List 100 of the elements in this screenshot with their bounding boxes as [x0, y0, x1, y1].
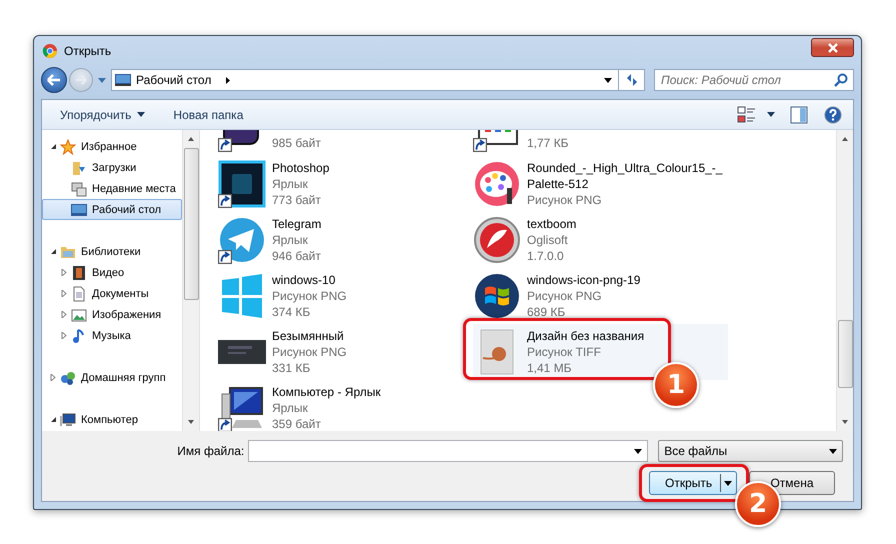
help-icon[interactable]: [823, 106, 843, 124]
tree-item[interactable]: Недавние места: [42, 178, 182, 199]
address-bar[interactable]: Рабочий стол: [111, 69, 619, 91]
file-detail: 773 байт: [272, 192, 322, 208]
toolbar-button[interactable]: Новая папка: [167, 104, 250, 124]
file-name: Компьютер - Ярлык: [272, 384, 381, 400]
file-name: windows-10: [272, 272, 336, 288]
file-detail: Ярлык: [272, 400, 309, 416]
quill-icon: [473, 216, 521, 264]
view-caret-icon[interactable]: [767, 112, 775, 117]
file-item[interactable]: Компьютер - Ярлык Ярлык 359 байт: [218, 380, 473, 431]
file-type-dropdown[interactable]: Все файлы: [658, 440, 843, 462]
file-detail: Oglisoft: [527, 232, 569, 248]
dropdown-caret-icon[interactable]: [604, 78, 612, 82]
desktop-icon: [71, 202, 87, 218]
back-button[interactable]: [41, 67, 67, 93]
file-item[interactable]: 1,77 КБ: [473, 130, 728, 156]
address-text: Рабочий стол: [136, 73, 212, 87]
tree-item[interactable]: Документы: [42, 283, 182, 304]
tree-item[interactable]: Рабочий стол: [42, 199, 182, 220]
file-item[interactable]: Telegram Ярлык 946 байт: [218, 212, 473, 268]
search-icon: [834, 73, 848, 87]
file-detail: 374 КБ: [272, 304, 312, 320]
shortcut-arrow-icon: [218, 250, 232, 264]
file-detail: 359 байт: [272, 416, 322, 431]
music-note-icon: [71, 328, 87, 344]
refresh-button[interactable]: [619, 69, 645, 91]
file-detail: 1,77 КБ: [527, 135, 569, 151]
file-name: Photoshop: [272, 160, 330, 176]
caret-icon: [137, 112, 146, 117]
file-detail: Рисунок PNG: [272, 288, 347, 304]
tree-item[interactable]: Компьютер: [42, 409, 182, 430]
preview-pane-icon[interactable]: [789, 106, 809, 124]
tree-item[interactable]: Загрузки: [42, 157, 182, 178]
file-detail: 946 байт: [272, 248, 322, 264]
file-name: Palette-512: [527, 176, 590, 192]
dropdown-caret-icon[interactable]: [634, 449, 642, 454]
history-caret-icon[interactable]: [98, 78, 106, 82]
file-name: Дизайн без названия: [527, 328, 644, 344]
recent-places-icon: [71, 180, 87, 196]
shortcut-arrow-icon: [218, 194, 232, 208]
scrollbar[interactable]: [182, 130, 199, 431]
refresh-icon: [624, 73, 638, 87]
callout-badge: 1: [653, 362, 699, 408]
search-field[interactable]: Поиск: Рабочий стол: [654, 69, 854, 91]
tree-item[interactable]: Изображения: [42, 304, 182, 325]
file-item[interactable]: Rounded_-_High_Ultra_Colour15_-_ Palette-512 Рисунок PNG: [473, 156, 728, 212]
shortcut-arrow-icon: [473, 138, 487, 152]
filename-field[interactable]: [248, 440, 648, 462]
tree-item[interactable]: Избранное: [42, 136, 182, 157]
file-item[interactable]: textboom Oglisoft 1.7.0.0: [473, 212, 728, 268]
window-logo-icon: [473, 272, 521, 320]
file-item[interactable]: windows-icon-png-19 Рисунок PNG 689 КБ: [473, 268, 728, 324]
file-item[interactable]: 985 байт: [218, 130, 473, 156]
arrow-left-icon: [47, 74, 61, 86]
tree-item[interactable]: Домашняя групп: [42, 367, 182, 388]
close-button[interactable]: [811, 38, 854, 57]
breadcrumb-arrow-icon[interactable]: [226, 76, 230, 84]
expander-icon[interactable]: [50, 416, 57, 423]
expander-icon[interactable]: [50, 143, 57, 150]
file-detail: 689 КБ: [527, 304, 566, 320]
app-icon: [218, 160, 266, 208]
file-detail: 1,41 МБ: [527, 360, 573, 376]
film-icon: [71, 264, 87, 280]
close-icon: [826, 42, 838, 52]
tree-item[interactable]: Видео: [42, 262, 182, 283]
tree-item[interactable]: Музыка: [42, 325, 182, 346]
window-title: Открыть: [64, 44, 112, 58]
toolbar-button[interactable]: Упорядочить: [54, 104, 152, 124]
file-item[interactable]: Photoshop Ярлык 773 байт: [218, 156, 473, 212]
file-detail: 985 байт: [272, 135, 321, 151]
file-name: textboom: [527, 216, 576, 232]
filename-label: Имя файла:: [176, 444, 244, 458]
view-options-icon[interactable]: [737, 106, 757, 124]
file-detail: Ярлык: [272, 176, 309, 192]
paper-plane-icon: [218, 216, 266, 264]
scrollbar[interactable]: [836, 130, 853, 431]
file-detail: 331 КБ: [272, 360, 312, 376]
file-detail: 1.7.0.0: [527, 248, 565, 264]
document-icon: [71, 286, 87, 302]
file-item[interactable]: windows-10 Рисунок PNG 374 КБ: [218, 268, 473, 324]
file-name: windows-icon-png-19: [527, 272, 640, 288]
picture-icon: [71, 306, 87, 322]
file-detail: Рисунок TIFF: [527, 344, 602, 360]
caret-icon: [724, 480, 732, 486]
caret-icon: [829, 448, 837, 454]
file-item[interactable]: Безымянный Рисунок PNG 331 КБ: [218, 324, 473, 380]
file-detail: Рисунок PNG: [527, 288, 603, 304]
tree-item[interactable]: Библиотеки: [42, 241, 182, 262]
arrow-right-icon: [75, 75, 87, 85]
downloads-folder-icon: [71, 160, 87, 176]
file-name: Безымянный: [272, 328, 345, 344]
file-name: Telegram: [272, 216, 322, 232]
shortcut-arrow-icon: [218, 138, 232, 152]
expander-icon[interactable]: [50, 248, 57, 255]
file-detail: Ярлык: [272, 232, 309, 248]
paint-palette-icon: [473, 160, 521, 208]
desktop-icon: [115, 74, 131, 86]
file-name: Rounded_-_High_Ultra_Colour15_-_: [527, 160, 722, 176]
open-button[interactable]: Открыть: [649, 471, 737, 495]
